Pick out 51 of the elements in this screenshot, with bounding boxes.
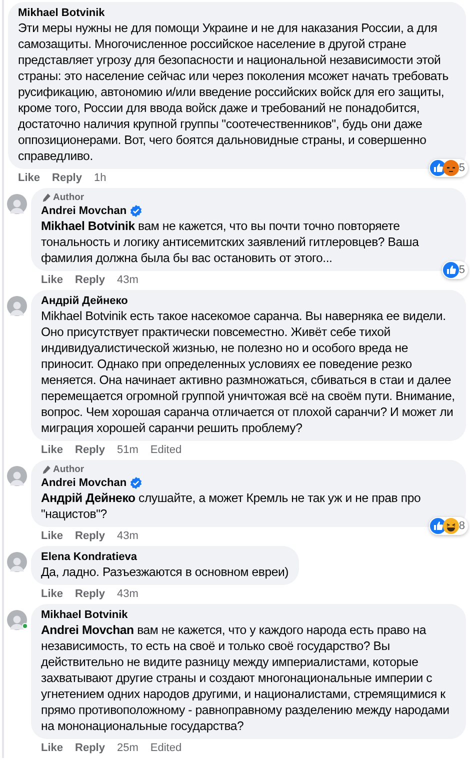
avatar[interactable] (7, 194, 27, 214)
comment-text: Андрій Дейнеко слушайте, а может Кремль не так уж и не прав про "нацистов"? (41, 490, 422, 522)
thumbs-up-icon (430, 518, 446, 534)
timestamp[interactable]: 43m (116, 587, 138, 601)
edited-label: Edited (150, 741, 182, 755)
author-name[interactable]: Mikhael Botvinik (41, 608, 128, 622)
author-name[interactable]: Andrei Movchan (41, 204, 127, 218)
author-name[interactable]: Андрій Дейнеко (41, 294, 128, 308)
reaction-count: 5 (458, 263, 465, 277)
reaction-count: 8 (458, 519, 465, 533)
like-link[interactable]: Like (41, 529, 64, 543)
reply-link[interactable]: Reply (75, 529, 105, 543)
like-link[interactable]: Like (41, 741, 64, 755)
thumbs-up-icon (430, 160, 446, 176)
edited-label: Edited (150, 443, 182, 457)
reaction-summary[interactable]: 5 (428, 159, 468, 177)
comment-text: Да, ладно. Разъезжаются в основном евреи) (41, 564, 289, 580)
comment-text: Andrei Movchan вам не кажется, что у каждого народа есть право на независимость, то есть на своё и только своё государство? Вы действительно не видите разницу между империалистами, которые захватывают другие страны и создают многонациональные империи с угнетением одних народов другими, и националистами, стремящимися к прямо противоположному - равноправному разделению между народами на мононациональные государства? (41, 622, 450, 734)
avatar[interactable] (7, 296, 27, 316)
like-link[interactable]: Like (41, 587, 64, 601)
thumbs-up-icon (442, 262, 459, 278)
timestamp[interactable]: 25m (116, 741, 138, 755)
author-name[interactable]: Elena Kondratieva (41, 550, 137, 564)
reply-link[interactable]: Reply (75, 587, 105, 601)
avatar[interactable] (7, 610, 27, 630)
reaction-count: 5 (458, 161, 465, 175)
timestamp[interactable]: 43m (116, 273, 138, 287)
timestamp[interactable]: 51m (116, 443, 138, 457)
author-label: Author (53, 192, 84, 204)
comment-text: Mikhael Botvinik есть такое насекомое саранча. Вы наверняка ее видели. Оно присутствует практически повсеместно. Живёт себе тихой индивидуалистической жизнью, не полезно но и особого вреда не приносит. Однако при определенных условиях ее поведение резко меняется. Она начинает активно размножаться, сбиваться в стаи и далее перемещается огромной группой уничтожая всё на своём пути. Внимание, вопрос. Чем хорошая саранча отличается от плохой саранчи? И может ли миграция хорошей саранчи решить проблему? (41, 308, 456, 436)
reply-link[interactable]: Reply (52, 171, 82, 185)
like-link[interactable]: Like (18, 171, 40, 185)
reaction-summary[interactable]: 5 (442, 261, 468, 279)
timestamp[interactable]: 43m (116, 529, 138, 543)
reaction-summary[interactable]: 8 (428, 517, 468, 535)
laughing-face-icon (442, 518, 459, 534)
author-label: Author (53, 464, 84, 476)
author-name[interactable]: Andrei Movchan (41, 476, 127, 490)
avatar[interactable] (7, 466, 27, 486)
reply-link[interactable]: Reply (75, 273, 105, 287)
angry-face-icon (442, 160, 459, 176)
like-link[interactable]: Like (41, 273, 64, 287)
author-name[interactable]: Mikhael Botvinik (18, 6, 105, 20)
pencil-icon (41, 465, 51, 475)
avatar[interactable] (7, 552, 27, 572)
reply-link[interactable]: Reply (75, 741, 105, 755)
pencil-icon (41, 193, 51, 203)
comment-text: Mikhael Botvinik вам не кажется, что вы почти точно повторяете тональность и логику антисемитских заявлений гитлеровцев? Ваша фамилия должна была бы вас остановить от этого... (41, 218, 420, 266)
reply-link[interactable]: Reply (75, 443, 105, 457)
timestamp[interactable]: 1h (94, 171, 106, 185)
like-link[interactable]: Like (41, 443, 64, 457)
